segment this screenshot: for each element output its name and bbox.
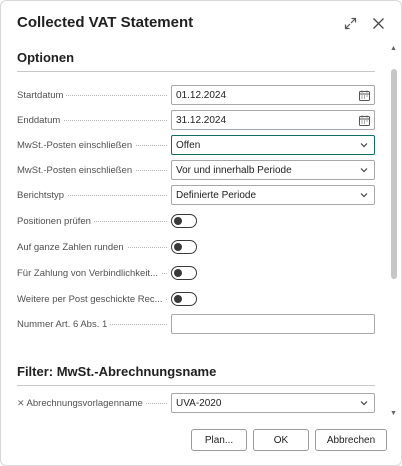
options-section: Optionen Startdatum 01.12.2024 Enddatum xyxy=(17,49,375,339)
expand-icon[interactable] xyxy=(341,13,359,33)
article-number-input[interactable] xyxy=(171,314,375,334)
vat-entries-status-value: Offen xyxy=(176,139,201,151)
vat-entries-status-label: MwSt.-Posten einschließen xyxy=(17,139,171,151)
check-lines-row: Positionen prüfen xyxy=(17,210,375,232)
statement-template-label-text: Abrechnungsvorlagenname xyxy=(26,397,143,409)
chevron-down-icon xyxy=(358,189,370,201)
article-number-row: Nummer Art. 6 Abs. 1 xyxy=(17,313,375,335)
plan-button[interactable]: Plan... xyxy=(191,429,247,451)
vat-entries-status-select[interactable]: Offen xyxy=(171,135,375,155)
check-lines-toggle[interactable] xyxy=(171,214,197,228)
payment-liabilities-toggle[interactable] xyxy=(171,266,197,280)
additional-invoices-label: Weitere per Post geschickte Rec... xyxy=(17,293,171,305)
check-lines-label: Positionen prüfen xyxy=(17,215,171,227)
scrollbar-thumb[interactable] xyxy=(391,69,397,279)
dialog-footer: Plan... OK Abbrechen xyxy=(1,417,401,465)
statement-template-label: ✕ Abrechnungsvorlagenname xyxy=(17,397,171,409)
close-icon[interactable] xyxy=(369,13,387,33)
filter-heading: Filter: MwSt.-Abrechnungsname xyxy=(17,363,375,386)
report-type-row: Berichtstyp Definierte Periode xyxy=(17,184,375,206)
options-heading: Optionen xyxy=(17,49,375,72)
chevron-down-icon xyxy=(358,139,370,151)
filter-section: Filter: MwSt.-Abrechnungsname ✕ Abrechnun… xyxy=(17,363,375,417)
payment-liabilities-row: Für Zahlung von Verbindlichkeit... xyxy=(17,262,375,284)
dialog-content[interactable]: Optionen Startdatum 01.12.2024 Enddatum xyxy=(1,45,401,417)
vertical-scrollbar[interactable]: ▲ ▼ xyxy=(389,45,399,417)
calendar-icon[interactable] xyxy=(358,89,370,101)
enddate-value: 31.12.2024 xyxy=(176,114,227,126)
statement-template-value: UVA-2020 xyxy=(176,397,222,409)
calendar-icon[interactable] xyxy=(358,114,370,126)
round-amounts-label: Auf ganze Zahlen runden xyxy=(17,241,171,253)
startdate-row: Startdatum 01.12.2024 xyxy=(17,84,375,106)
vat-entries-period-select[interactable]: Vor und innerhalb Periode xyxy=(171,160,375,180)
vat-entries-period-label: MwSt.-Posten einschließen xyxy=(17,164,171,176)
clear-filter-icon[interactable]: ✕ xyxy=(17,398,25,408)
statement-template-row: ✕ Abrechnungsvorlagenname UVA-2020 xyxy=(17,392,375,414)
report-type-label: Berichtstyp xyxy=(17,189,171,201)
vat-entries-status-row: MwSt.-Posten einschließen Offen xyxy=(17,134,375,156)
collected-vat-statement-dialog: Collected VAT Statement Optionen Startda… xyxy=(0,0,402,466)
enddate-row: Enddatum 31.12.2024 xyxy=(17,109,375,131)
additional-invoices-row: Weitere per Post geschickte Rec... xyxy=(17,288,375,310)
enddate-field[interactable]: 31.12.2024 xyxy=(171,110,375,130)
enddate-label: Enddatum xyxy=(17,114,171,126)
round-amounts-row: Auf ganze Zahlen runden xyxy=(17,236,375,258)
title-actions xyxy=(341,13,387,33)
startdate-value: 01.12.2024 xyxy=(176,89,227,101)
vat-entries-period-value: Vor und innerhalb Periode xyxy=(176,164,292,176)
article-number-label: Nummer Art. 6 Abs. 1 xyxy=(17,318,171,330)
chevron-down-icon xyxy=(358,397,370,409)
scroll-down-icon[interactable]: ▼ xyxy=(390,410,397,417)
round-amounts-toggle[interactable] xyxy=(171,240,197,254)
additional-invoices-toggle[interactable] xyxy=(171,292,197,306)
chevron-down-icon xyxy=(358,164,370,176)
startdate-field[interactable]: 01.12.2024 xyxy=(171,85,375,105)
startdate-label: Startdatum xyxy=(17,89,171,101)
payment-liabilities-label: Für Zahlung von Verbindlichkeit... xyxy=(17,267,171,279)
report-type-value: Definierte Periode xyxy=(176,189,257,201)
ok-button[interactable]: OK xyxy=(253,429,309,451)
statement-template-select[interactable]: UVA-2020 xyxy=(171,393,375,413)
report-type-select[interactable]: Definierte Periode xyxy=(171,185,375,205)
cancel-button[interactable]: Abbrechen xyxy=(315,429,387,451)
scroll-up-icon[interactable]: ▲ xyxy=(390,45,397,52)
vat-entries-period-row: MwSt.-Posten einschließen Vor und innerh… xyxy=(17,159,375,181)
dialog-titlebar: Collected VAT Statement xyxy=(17,13,387,37)
dialog-title: Collected VAT Statement xyxy=(17,14,194,31)
